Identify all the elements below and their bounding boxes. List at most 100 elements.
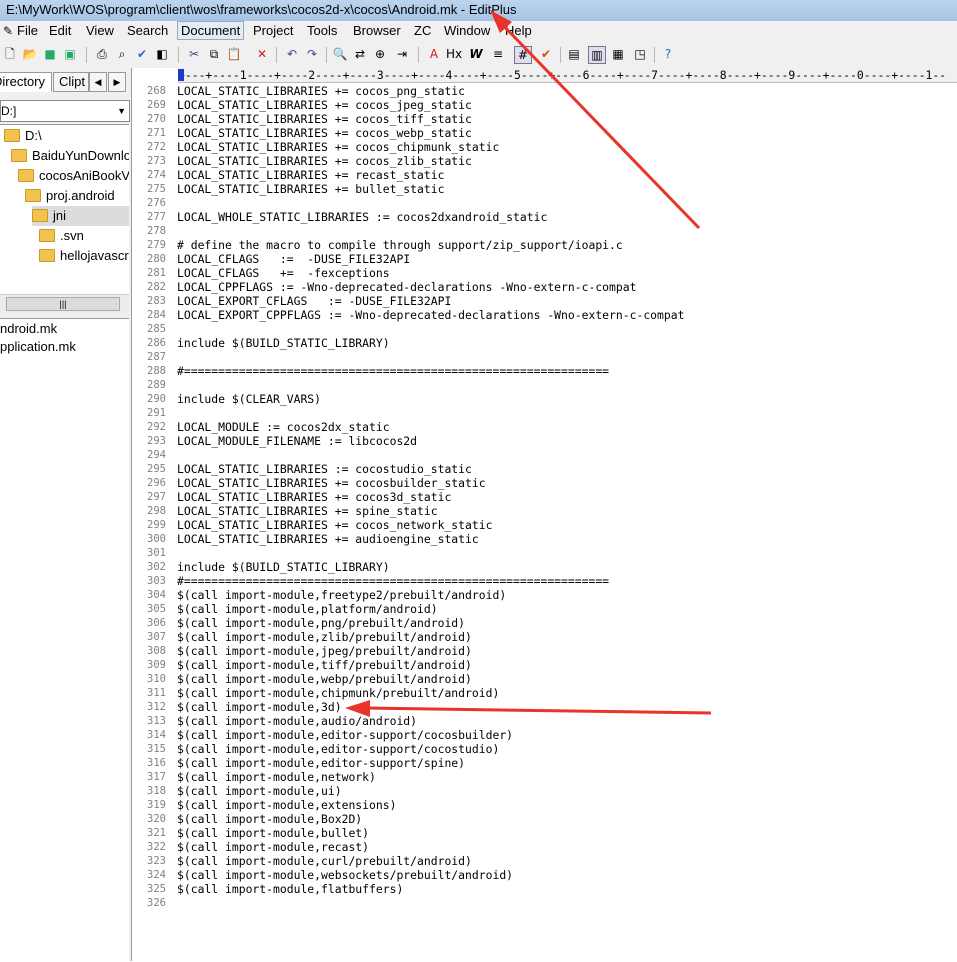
code-line[interactable]: $(call import-module,freetype2/prebuilt/…: [177, 588, 506, 602]
code-line[interactable]: $(call import-module,zlib/prebuilt/andro…: [177, 630, 472, 644]
tree-item[interactable]: proj.android: [25, 186, 115, 206]
tab-scroll-left-icon[interactable]: ◀: [89, 72, 107, 92]
menu-zc[interactable]: ZC: [414, 23, 431, 38]
code-line[interactable]: $(call import-module,websockets/prebuilt…: [177, 868, 513, 882]
menu-document[interactable]: Document: [177, 21, 245, 40]
editor-area[interactable]: +---+----1----+----2----+----3----+----4…: [133, 68, 957, 961]
code-line[interactable]: LOCAL_STATIC_LIBRARIES += audioengine_st…: [177, 532, 479, 546]
code-line[interactable]: $(call import-module,bullet): [177, 826, 369, 840]
menu-edit[interactable]: Edit: [49, 23, 71, 38]
menu-file[interactable]: File: [17, 23, 38, 38]
list-item[interactable]: ndroid.mk: [0, 320, 57, 337]
menu-project[interactable]: Project: [253, 23, 293, 38]
code-line[interactable]: LOCAL_STATIC_LIBRARIES += cocos_network_…: [177, 518, 492, 532]
menu-window[interactable]: Window: [444, 23, 490, 38]
drive-select[interactable]: D:] ▼: [0, 100, 130, 122]
code-line[interactable]: LOCAL_STATIC_LIBRARIES += cocos_zlib_sta…: [177, 154, 472, 168]
save-icon[interactable]: ■: [42, 46, 58, 62]
code-line[interactable]: $(call import-module,curl/prebuilt/andro…: [177, 854, 472, 868]
code-line[interactable]: LOCAL_CPPFLAGS := -Wno-deprecated-declar…: [177, 280, 636, 294]
code-line[interactable]: LOCAL_WHOLE_STATIC_LIBRARIES := cocos2dx…: [177, 210, 547, 224]
save-all-icon[interactable]: ▣: [62, 46, 78, 62]
horizontal-scrollbar[interactable]: |||: [0, 294, 129, 312]
directory-window-icon[interactable]: ▤: [566, 46, 582, 62]
code-line[interactable]: $(call import-module,Box2D): [177, 812, 362, 826]
code-line[interactable]: $(call import-module,audio/android): [177, 714, 417, 728]
find-icon[interactable]: 🔍: [332, 46, 348, 62]
open-folder-icon[interactable]: 📂: [22, 46, 38, 62]
font-icon[interactable]: A: [426, 46, 442, 62]
code-line[interactable]: $(call import-module,png/prebuilt/androi…: [177, 616, 465, 630]
code-line[interactable]: $(call import-module,tiff/prebuilt/andro…: [177, 658, 472, 672]
hex-icon[interactable]: Hx: [446, 46, 462, 62]
code-line[interactable]: $(call import-module,platform/android): [177, 602, 438, 616]
code-line[interactable]: LOCAL_STATIC_LIBRARIES := cocostudio_sta…: [177, 462, 472, 476]
goto-line-icon[interactable]: ⇥: [394, 46, 410, 62]
code-line[interactable]: LOCAL_STATIC_LIBRARIES += cocos_jpeg_sta…: [177, 98, 472, 112]
file-list[interactable]: ndroid.mk pplication.mk: [0, 318, 129, 962]
code-line[interactable]: include $(CLEAR_VARS): [177, 392, 321, 406]
chevron-down-icon[interactable]: ▼: [117, 101, 126, 121]
new-file-icon[interactable]: 🗋: [2, 46, 18, 62]
spell-check-icon[interactable]: ✔: [134, 46, 150, 62]
delete-icon[interactable]: ✕: [254, 46, 270, 62]
folder-tree[interactable]: D:\ BaiduYunDownlo cocosAniBookV. proj.andr…: [0, 124, 129, 312]
browser-icon[interactable]: ◧: [154, 46, 170, 62]
tab-cliptext[interactable]: Clipt: [53, 72, 89, 92]
tree-item[interactable]: D:\: [4, 126, 42, 146]
output-window-icon[interactable]: ▥: [588, 46, 606, 64]
undo-icon[interactable]: ↶: [284, 46, 300, 62]
replace-icon[interactable]: ⇄: [352, 46, 368, 62]
copy-icon[interactable]: ⧉: [206, 46, 222, 62]
code-line[interactable]: LOCAL_EXPORT_CFLAGS := -DUSE_FILE32API: [177, 294, 451, 308]
menu-browser[interactable]: Browser: [353, 23, 401, 38]
code-line[interactable]: LOCAL_STATIC_LIBRARIES += cocos_png_stat…: [177, 84, 465, 98]
code-line[interactable]: #=======================================…: [177, 364, 609, 378]
list-item[interactable]: pplication.mk: [0, 338, 76, 355]
code-line[interactable]: LOCAL_STATIC_LIBRARIES += recast_static: [177, 168, 444, 182]
code-line[interactable]: LOCAL_EXPORT_CPPFLAGS := -Wno-deprecated…: [177, 308, 684, 322]
tree-item[interactable]: BaiduYunDownlo: [11, 146, 129, 166]
code-line[interactable]: $(call import-module,jpeg/prebuilt/andro…: [177, 644, 472, 658]
ruler-icon[interactable]: ≡: [490, 46, 506, 62]
tree-item[interactable]: cocosAniBookV.: [18, 166, 129, 186]
code-line[interactable]: $(call import-module,extensions): [177, 798, 396, 812]
menu-view[interactable]: View: [86, 23, 114, 38]
code-line[interactable]: LOCAL_STATIC_LIBRARIES += spine_static: [177, 504, 438, 518]
code-line[interactable]: LOCAL_STATIC_LIBRARIES += bullet_static: [177, 182, 444, 196]
check-icon[interactable]: ✔: [538, 46, 554, 62]
code-line[interactable]: LOCAL_CFLAGS := -DUSE_FILE32API: [177, 252, 410, 266]
code-line[interactable]: LOCAL_CFLAGS += -fexceptions: [177, 266, 390, 280]
menu-search[interactable]: Search: [127, 23, 168, 38]
code-line[interactable]: $(call import-module,webp/prebuilt/andro…: [177, 672, 472, 686]
cliptext-window-icon[interactable]: ▦: [610, 46, 626, 62]
code-line[interactable]: LOCAL_STATIC_LIBRARIES += cocos_webp_sta…: [177, 126, 472, 140]
code-line[interactable]: LOCAL_STATIC_LIBRARIES += cocos_tiff_sta…: [177, 112, 472, 126]
tree-item[interactable]: .svn: [39, 226, 84, 246]
code-line[interactable]: $(call import-module,flatbuffers): [177, 882, 403, 896]
code-line[interactable]: $(call import-module,recast): [177, 840, 369, 854]
code-line[interactable]: LOCAL_STATIC_LIBRARIES += cocosbuilder_s…: [177, 476, 486, 490]
code-line[interactable]: LOCAL_MODULE := cocos2dx_static: [177, 420, 390, 434]
code-line[interactable]: include $(BUILD_STATIC_LIBRARY): [177, 560, 390, 574]
maximize-window-icon[interactable]: ◳: [632, 46, 648, 62]
find-in-files-icon[interactable]: ⊕: [372, 46, 388, 62]
code-line[interactable]: # define the macro to compile through su…: [177, 238, 623, 252]
tab-scroll-right-icon[interactable]: ▶: [108, 72, 126, 92]
menu-tools[interactable]: Tools: [307, 23, 337, 38]
paste-icon[interactable]: 📋: [226, 46, 242, 62]
code-line[interactable]: $(call import-module,editor-support/coco…: [177, 742, 499, 756]
code-line[interactable]: #=======================================…: [177, 574, 609, 588]
code-line[interactable]: LOCAL_STATIC_LIBRARIES += cocos_chipmunk…: [177, 140, 499, 154]
word-wrap-icon[interactable]: W: [468, 46, 484, 62]
redo-icon[interactable]: ↷: [304, 46, 320, 62]
code-line[interactable]: $(call import-module,network): [177, 770, 376, 784]
tab-directory[interactable]: Directory: [0, 72, 52, 92]
code-line[interactable]: $(call import-module,3d): [177, 700, 342, 714]
scrollbar-thumb[interactable]: |||: [6, 297, 120, 311]
code-line[interactable]: $(call import-module,ui): [177, 784, 342, 798]
menu-help[interactable]: Help: [505, 23, 532, 38]
line-number-icon[interactable]: #: [514, 46, 532, 64]
code-line[interactable]: include $(BUILD_STATIC_LIBRARY): [177, 336, 390, 350]
code-line[interactable]: LOCAL_STATIC_LIBRARIES += cocos3d_static: [177, 490, 451, 504]
